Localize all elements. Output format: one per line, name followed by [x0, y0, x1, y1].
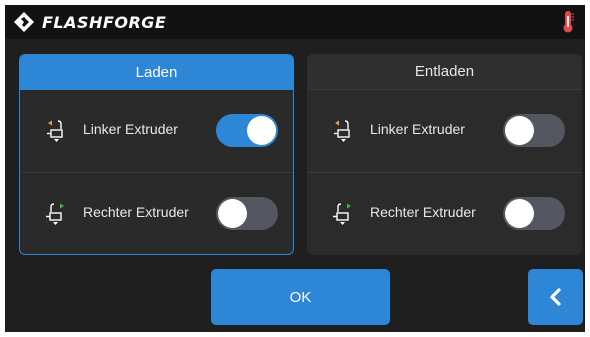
load-right-extruder-toggle[interactable] [216, 197, 278, 230]
ok-button[interactable]: OK [211, 269, 390, 325]
extruder-screen: FLASHFORGE Laden Linker Extruder Rechter… [5, 5, 585, 332]
back-button[interactable] [528, 269, 583, 325]
unload-panel-title[interactable]: Entladen [307, 54, 582, 90]
left-extruder-load-icon [47, 120, 63, 142]
load-right-extruder-row: Rechter Extruder [20, 172, 293, 254]
flashforge-logo-icon [14, 12, 34, 32]
chevron-left-icon [549, 288, 561, 306]
load-left-extruder-toggle[interactable] [216, 114, 278, 147]
unload-right-extruder-toggle[interactable] [503, 197, 565, 230]
right-extruder-load-icon [46, 203, 64, 225]
load-panel-title[interactable]: Laden [20, 55, 293, 90]
right-extruder-unload-icon [333, 203, 351, 225]
brand-logo: FLASHFORGE [13, 11, 166, 33]
thermometer-icon[interactable] [561, 10, 575, 34]
left-extruder-label: Linker Extruder [83, 121, 178, 137]
unload-left-extruder-row: Linker Extruder [307, 90, 582, 172]
load-panel[interactable]: Laden Linker Extruder Rechter Extruder [19, 54, 294, 255]
toggle-knob [218, 199, 247, 228]
top-bar: FLASHFORGE [5, 5, 585, 39]
toggle-knob [247, 116, 276, 145]
right-extruder-label: Rechter Extruder [370, 204, 476, 220]
unload-right-extruder-row: Rechter Extruder [307, 172, 582, 254]
right-extruder-label: Rechter Extruder [83, 204, 189, 220]
load-left-extruder-row: Linker Extruder [20, 90, 293, 172]
toggle-knob [505, 199, 534, 228]
toggle-knob [505, 116, 534, 145]
left-extruder-unload-icon [334, 120, 350, 142]
brand-name: FLASHFORGE [42, 12, 167, 32]
unload-panel[interactable]: Entladen Linker Extruder Rechter Extrude… [307, 54, 582, 255]
left-extruder-label: Linker Extruder [370, 121, 465, 137]
unload-left-extruder-toggle[interactable] [503, 114, 565, 147]
